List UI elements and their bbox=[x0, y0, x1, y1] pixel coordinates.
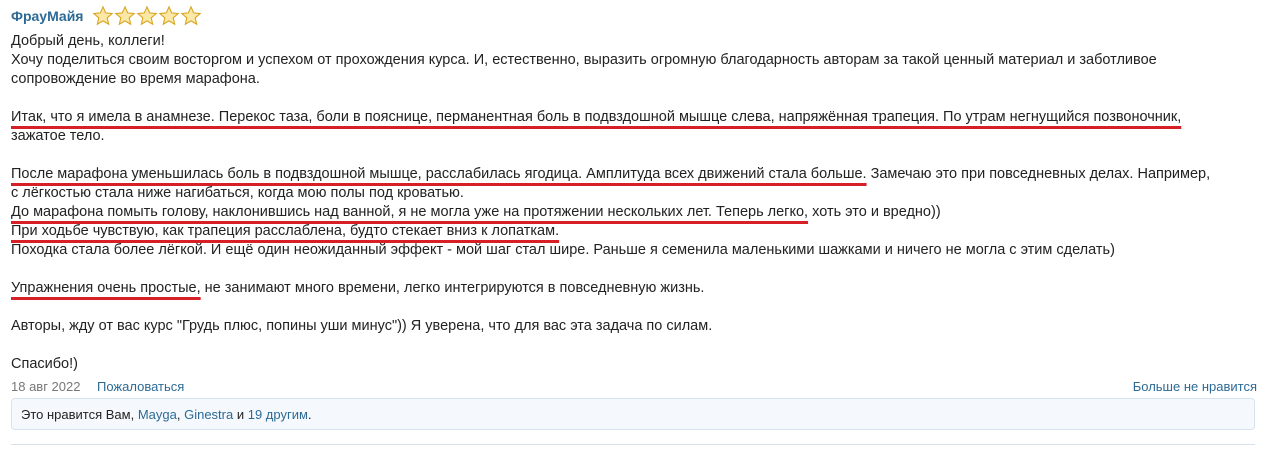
body-text: не занимают много времени, легко интегри… bbox=[200, 280, 705, 296]
paragraph-exercises: Упражнения очень простые, не занимают мн… bbox=[11, 279, 1261, 298]
liker-link-ginestra[interactable]: Ginestra bbox=[184, 407, 233, 422]
highlighted-text: До марафона помыть голову, наклонившись … bbox=[11, 204, 809, 220]
star-icon bbox=[114, 5, 136, 26]
paragraph-after-cont: с лёгкостью стала ниже нагибаться, когда… bbox=[11, 185, 464, 201]
paragraph-walk: При ходьбе чувствую, как трапеция рассла… bbox=[11, 222, 1261, 241]
unlike-link[interactable]: Больше не нравится bbox=[1133, 379, 1257, 394]
likes-prefix: Это нравится Вам, bbox=[21, 407, 138, 422]
paragraph-anamnesis-cont: зажатое тело. bbox=[11, 128, 105, 144]
greeting: Добрый день, коллеги! bbox=[11, 33, 165, 49]
paragraph-head: До марафона помыть голову, наклонившись … bbox=[11, 203, 1261, 222]
divider bbox=[11, 444, 1255, 445]
post-date: 18 авг 2022 bbox=[11, 379, 81, 394]
author-row: ФрауМайя bbox=[11, 4, 202, 28]
paragraph-intro: Хочу поделиться своим восторгом и успехо… bbox=[11, 52, 1157, 68]
highlighted-text: После марафона уменьшилась боль в подвзд… bbox=[11, 166, 867, 182]
likes-others-link[interactable]: 19 другим bbox=[248, 407, 308, 422]
body-text: хоть это и вредно)) bbox=[808, 204, 941, 220]
paragraph-anamnesis: Итак, что я имела в анамнезе. Перекос та… bbox=[11, 108, 1261, 127]
paragraph-intro-cont: сопровождение во время марафона. bbox=[11, 71, 260, 87]
likes-separator: , bbox=[176, 407, 185, 422]
star-rating bbox=[92, 5, 202, 27]
liker-link-mayga[interactable]: Mayga bbox=[138, 407, 177, 422]
highlighted-text: При ходьбе чувствую, как трапеция рассла… bbox=[11, 223, 560, 239]
highlighted-text: Итак, что я имела в анамнезе. Перекос та… bbox=[11, 109, 1182, 125]
star-icon bbox=[180, 5, 202, 26]
highlighted-text: Упражнения очень простые, bbox=[11, 280, 201, 296]
likes-and: и bbox=[233, 407, 248, 422]
paragraph-after: После марафона уменьшилась боль в подвзд… bbox=[11, 165, 1261, 184]
star-icon bbox=[92, 5, 114, 26]
paragraph-thanks: Спасибо!) bbox=[11, 356, 78, 372]
comment-body: Добрый день, коллеги! Хочу поделиться св… bbox=[11, 32, 1261, 374]
paragraph-gait: Походка стала более лёгкой. И ещё один н… bbox=[11, 242, 1115, 258]
star-icon bbox=[136, 5, 158, 26]
body-text: Замечаю это при повседневных делах. Напр… bbox=[866, 166, 1211, 182]
likes-end: . bbox=[307, 407, 312, 422]
report-link[interactable]: Пожаловаться bbox=[97, 379, 184, 394]
paragraph-request: Авторы, жду от вас курс "Грудь плюс, поп… bbox=[11, 318, 713, 334]
likes-box: Это нравится Вам, Mayga, Ginestra и 19 д… bbox=[11, 398, 1255, 430]
author-name[interactable]: ФрауМайя bbox=[11, 8, 83, 24]
comment-post: ФрауМайя Добрый день, коллеги! Хочу поде… bbox=[0, 0, 1277, 458]
star-icon bbox=[158, 5, 180, 26]
